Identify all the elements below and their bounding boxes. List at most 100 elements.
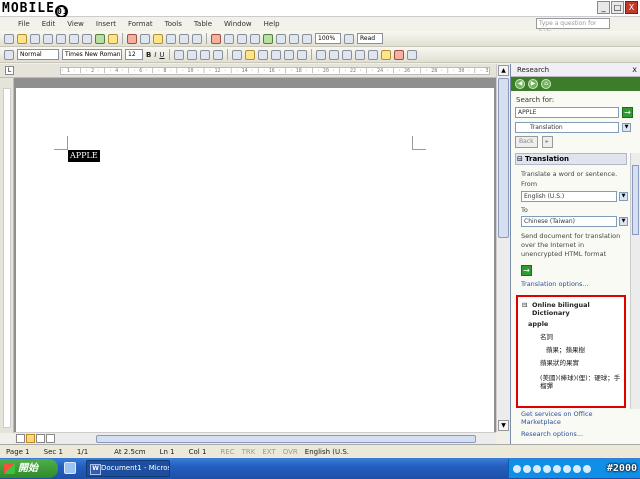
selected-text[interactable]: APPLE	[68, 150, 100, 162]
character-shading-icon[interactable]	[186, 49, 197, 60]
start-search-icon[interactable]: →	[622, 107, 633, 118]
zoom-select[interactable]: 100%	[315, 33, 341, 44]
open-folder-icon[interactable]	[17, 33, 27, 44]
tab-selector[interactable]: L	[5, 66, 14, 75]
outline-view-icon[interactable]	[36, 434, 45, 443]
cut-icon[interactable]	[127, 33, 137, 44]
menu-help[interactable]: Help	[264, 20, 280, 28]
align-left-icon[interactable]	[231, 49, 242, 60]
minimize-button[interactable]: _	[597, 1, 610, 14]
paste-icon[interactable]	[153, 33, 163, 44]
home-icon[interactable]: ⌂	[541, 79, 551, 89]
horizontal-scrollbar[interactable]	[14, 432, 496, 444]
research-icon[interactable]	[108, 33, 118, 44]
service-dropdown-icon[interactable]: ▼	[622, 123, 631, 132]
bullets-icon[interactable]	[328, 49, 339, 60]
dictionary-title[interactable]: Online bilingual Dictionary	[522, 301, 622, 317]
print-layout-icon[interactable]	[26, 434, 35, 443]
line-spacing-icon[interactable]	[296, 49, 307, 60]
marketplace-link[interactable]: Get services on Office Marketplace	[521, 410, 631, 426]
menu-tools[interactable]: Tools	[165, 20, 182, 28]
word-task-button[interactable]: Document1 - Microsoft Word	[86, 460, 170, 477]
nav-back-icon[interactable]: ◀	[515, 79, 525, 89]
align-right-icon[interactable]	[257, 49, 268, 60]
menu-edit[interactable]: Edit	[42, 20, 56, 28]
document-page[interactable]: APPLE	[16, 88, 494, 432]
document-map-icon[interactable]	[289, 33, 299, 44]
close-pane-icon[interactable]: x	[632, 64, 637, 76]
tray-icon[interactable]	[533, 464, 541, 473]
translation-section-header[interactable]: Translation	[515, 153, 627, 165]
font-select[interactable]: Times New Roman	[62, 49, 122, 60]
new-document-icon[interactable]	[4, 33, 14, 44]
print-icon[interactable]	[69, 33, 79, 44]
show-hide-icon[interactable]	[302, 33, 312, 44]
menu-format[interactable]: Format	[128, 20, 153, 28]
read-button[interactable]: Read	[357, 33, 383, 44]
character-scaling-icon[interactable]	[199, 49, 210, 60]
service-select[interactable]: Translation	[515, 122, 619, 133]
menu-view[interactable]: View	[67, 20, 84, 28]
bold-button[interactable]: B	[146, 51, 151, 59]
tray-icon[interactable]	[543, 464, 551, 473]
search-input[interactable]: APPLE	[515, 107, 619, 118]
print-preview-icon[interactable]	[82, 33, 92, 44]
phonetic-guide-icon[interactable]	[212, 49, 223, 60]
status-ext[interactable]: EXT	[262, 448, 275, 456]
normal-view-icon[interactable]	[16, 434, 25, 443]
close-button[interactable]: X	[625, 1, 638, 14]
justify-icon[interactable]	[270, 49, 281, 60]
distributed-icon[interactable]	[283, 49, 294, 60]
italic-button[interactable]: I	[154, 51, 156, 59]
vertical-ruler[interactable]	[0, 78, 14, 433]
save-icon[interactable]	[30, 33, 40, 44]
from-dropdown-icon[interactable]: ▼	[619, 192, 628, 201]
reading-layout-icon[interactable]	[46, 434, 55, 443]
status-trk[interactable]: TRK	[242, 448, 256, 456]
menu-insert[interactable]: Insert	[96, 20, 116, 28]
tray-icon[interactable]	[563, 464, 571, 473]
back-button[interactable]: Back	[515, 136, 538, 148]
spelling-icon[interactable]	[95, 33, 105, 44]
menu-table[interactable]: Table	[194, 20, 212, 28]
to-language-select[interactable]: Chinese (Taiwan)	[521, 216, 617, 227]
format-painter-icon[interactable]	[166, 33, 176, 44]
drawing-icon[interactable]	[211, 33, 221, 44]
align-center-icon[interactable]	[244, 49, 255, 60]
status-rec[interactable]: REC	[220, 448, 234, 456]
start-button[interactable]: 開始	[0, 459, 58, 478]
scroll-up-icon[interactable]: ▲	[498, 65, 509, 76]
outside-border-icon[interactable]	[367, 49, 378, 60]
menu-file[interactable]: File	[18, 20, 30, 28]
scroll-thumb[interactable]	[498, 78, 509, 238]
translation-options-link[interactable]: Translation options...	[521, 280, 589, 288]
highlight-icon[interactable]	[380, 49, 391, 60]
hyperlink-icon[interactable]	[224, 33, 234, 44]
tables-borders-icon[interactable]	[237, 33, 247, 44]
research-options-link[interactable]: Research options...	[521, 430, 583, 438]
to-dropdown-icon[interactable]: ▼	[619, 217, 628, 226]
email-icon[interactable]	[56, 33, 66, 44]
nav-forward-icon[interactable]: ▶	[528, 79, 538, 89]
permission-icon[interactable]	[43, 33, 53, 44]
from-language-select[interactable]: English (U.S.)	[521, 191, 617, 202]
vertical-scrollbar[interactable]: ▲ ▼	[496, 64, 510, 432]
show-desktop-icon[interactable]	[64, 462, 76, 474]
enclose-characters-icon[interactable]	[406, 49, 417, 60]
horizontal-scroll-thumb[interactable]	[96, 435, 476, 443]
undo-icon[interactable]	[179, 33, 189, 44]
insert-excel-icon[interactable]	[263, 33, 273, 44]
menu-window[interactable]: Window	[224, 20, 252, 28]
help-icon[interactable]	[344, 33, 354, 44]
horizontal-ruler[interactable]: L · 1 · | · 2 · | · 4 · | · 6 · | · 8 · …	[0, 64, 510, 78]
font-color-icon[interactable]	[393, 49, 404, 60]
pane-scrollbar[interactable]	[630, 153, 640, 409]
increase-indent-icon[interactable]	[354, 49, 365, 60]
scroll-down-icon[interactable]: ▼	[498, 420, 509, 431]
font-size-select[interactable]: 12	[125, 49, 143, 60]
forward-button[interactable]: ▸	[541, 136, 553, 148]
numbering-icon[interactable]	[315, 49, 326, 60]
styles-pane-icon[interactable]	[4, 49, 14, 60]
underline-button[interactable]: U	[159, 51, 164, 59]
columns-icon[interactable]	[276, 33, 286, 44]
